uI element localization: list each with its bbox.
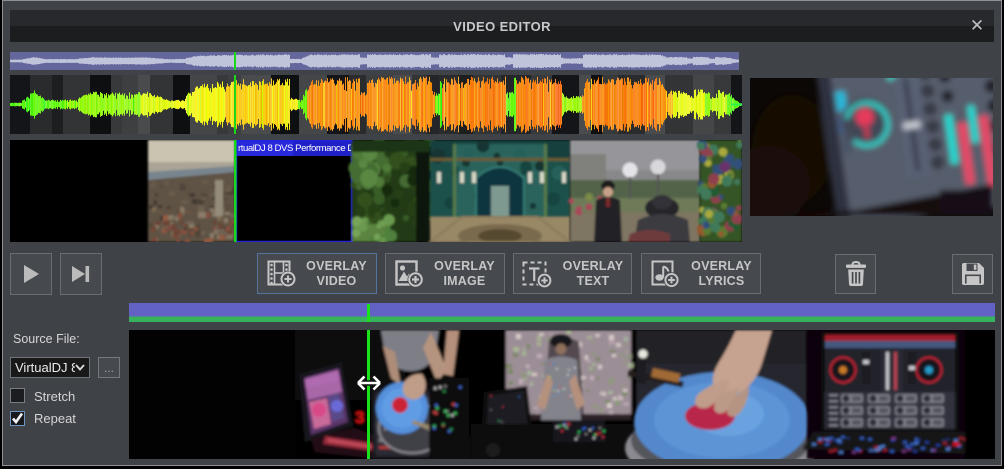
svg-text:3: 3 [355,408,364,427]
